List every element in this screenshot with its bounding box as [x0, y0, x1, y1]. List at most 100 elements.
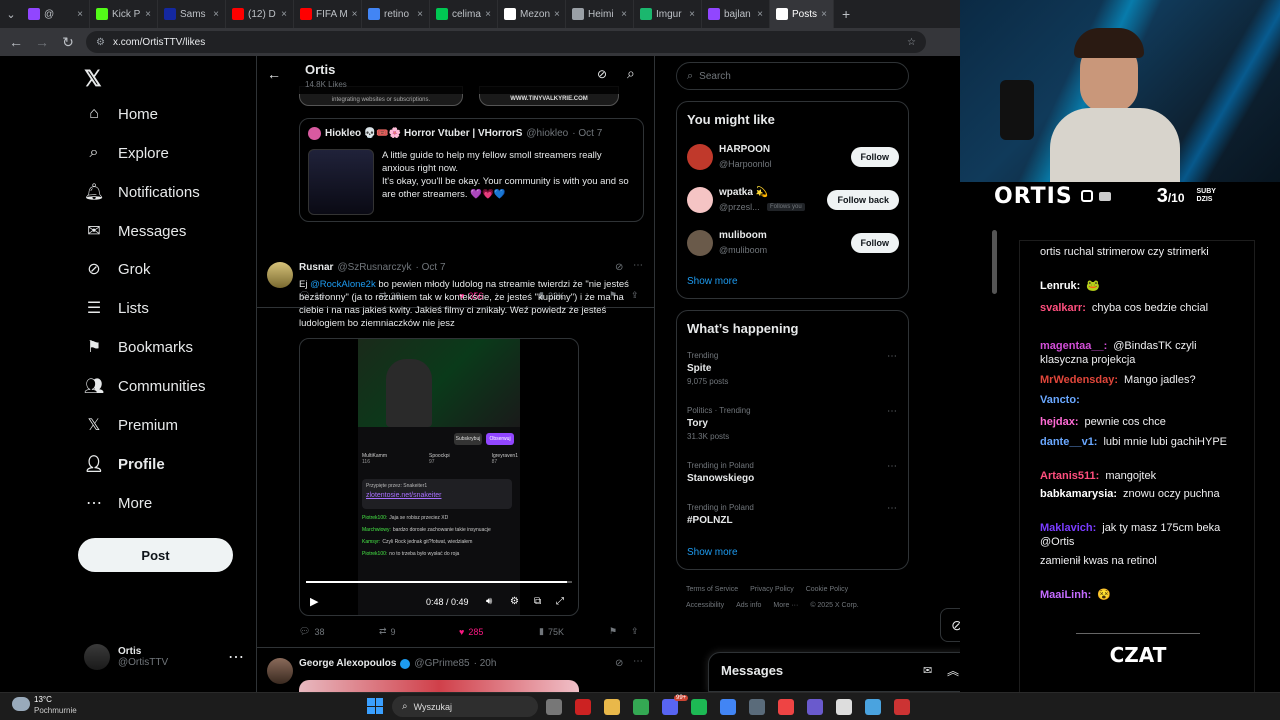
footer-link[interactable]: Accessibility: [686, 602, 724, 609]
taskbar-app-icon[interactable]: [720, 699, 736, 715]
tweet-item[interactable]: Rusnar @SzRusnarczyk · Oct 7 ⊘ ⋯ Ej @Roc…: [257, 252, 654, 648]
grok-icon[interactable]: ⊘: [615, 658, 623, 669]
messages-drawer[interactable]: Messages ✉ ︽: [708, 652, 960, 692]
new-tab-button[interactable]: +: [842, 6, 850, 22]
taskbar-app-icon[interactable]: [865, 699, 881, 715]
settings-icon[interactable]: ⚙: [510, 596, 519, 607]
grok-icon[interactable]: ⊘: [597, 67, 607, 81]
footer-link[interactable]: © 2025 X Corp.: [810, 602, 858, 609]
browser-tab[interactable]: Posts ×: [770, 0, 834, 28]
search-input[interactable]: ⌕ Search: [676, 62, 909, 90]
footer-link[interactable]: Ads info: [736, 602, 761, 609]
tab-close-icon[interactable]: ×: [145, 9, 151, 20]
post-button[interactable]: Post: [78, 538, 233, 572]
page-scrollbar[interactable]: [992, 230, 997, 294]
taskbar-app-icon[interactable]: [894, 699, 910, 715]
taskbar-app-icon[interactable]: [633, 699, 649, 715]
reply-button[interactable]: 💬︎ 38: [299, 626, 379, 637]
tweet-item[interactable]: George Alexopoulos @GPrime85 · 20h ⊘ ⋯: [257, 648, 654, 692]
expand-icon[interactable]: ︽: [947, 662, 959, 679]
show-more-link[interactable]: Show more: [687, 276, 738, 287]
taskbar-app-icon[interactable]: [604, 699, 620, 715]
pip-icon[interactable]: ⧉: [534, 596, 541, 607]
follow-button[interactable]: Follow: [850, 147, 899, 167]
tab-close-icon[interactable]: ×: [689, 9, 695, 20]
footer-link[interactable]: More ···: [773, 602, 798, 609]
chat-username[interactable]: MrWedensday:: [1040, 374, 1118, 386]
footer-link[interactable]: Terms of Service: [686, 586, 738, 593]
suggestion-row[interactable]: HARPOON @Harpoonlol Follow: [687, 142, 899, 172]
suggestion-row[interactable]: muliboom @muliboom Follow: [687, 228, 899, 258]
account-more-icon[interactable]: ⋯: [228, 647, 244, 667]
trend-more-icon[interactable]: ⋯: [887, 406, 897, 417]
taskbar-app-icon[interactable]: [546, 699, 562, 715]
tab-close-icon[interactable]: ×: [554, 9, 560, 20]
chat-username[interactable]: Artanis511:: [1040, 470, 1099, 482]
taskbar-app-icon[interactable]: [836, 699, 852, 715]
browser-tab[interactable]: FIFA M ×: [294, 0, 362, 28]
tab-close-icon[interactable]: ×: [821, 9, 827, 20]
taskbar-app-icon[interactable]: [575, 699, 591, 715]
nav-communities[interactable]: 👥︎ Communities: [84, 376, 206, 396]
taskbar-search[interactable]: ⌕ Wyszukaj: [392, 696, 538, 717]
tab-list-button[interactable]: ⌄: [0, 8, 22, 21]
more-icon[interactable]: ⋯: [633, 656, 643, 667]
nav-profile[interactable]: 👤︎ Profile: [84, 454, 165, 474]
taskbar-app-icon[interactable]: [749, 699, 765, 715]
chat-username[interactable]: svalkarr:: [1040, 302, 1086, 314]
browser-tab[interactable]: @ ×: [22, 0, 90, 28]
trend-item[interactable]: Politics · Trending Tory 31.3K posts ⋯: [687, 406, 897, 441]
search-icon[interactable]: ⌕: [627, 65, 635, 82]
footer-link[interactable]: Privacy Policy: [750, 586, 794, 593]
url-field[interactable]: ⚙ x.com/OrtisTTV/likes ☆: [86, 31, 926, 53]
video-progress-track[interactable]: [306, 581, 572, 583]
browser-tab[interactable]: Mezon ×: [498, 0, 566, 28]
taskbar-app-icon[interactable]: [662, 699, 678, 715]
tab-close-icon[interactable]: ×: [485, 9, 491, 20]
nav-grok[interactable]: ⊘ Grok: [84, 259, 150, 279]
tab-close-icon[interactable]: ×: [77, 9, 83, 20]
browser-tab[interactable]: Heimi ×: [566, 0, 634, 28]
weather-icon[interactable]: [12, 697, 30, 711]
follow-button[interactable]: Follow: [850, 233, 899, 253]
browser-tab[interactable]: Sams ×: [158, 0, 226, 28]
more-icon[interactable]: ⋯: [633, 260, 643, 271]
trend-more-icon[interactable]: ⋯: [887, 351, 897, 362]
taskbar-app-icon[interactable]: [807, 699, 823, 715]
chat-username[interactable]: MaaiLinh:: [1040, 589, 1091, 601]
nav-notifications[interactable]: 🔔︎ Notifications: [84, 182, 200, 202]
fullscreen-icon[interactable]: ⤢: [556, 596, 564, 607]
like-button[interactable]: ♥ 285: [459, 627, 539, 637]
share-icon[interactable]: ⇪: [631, 626, 639, 637]
suggestion-row[interactable]: wpatka 💫 @przesl... Follows you Follow back: [687, 185, 899, 215]
mention-link[interactable]: @RockAlone2k: [310, 279, 376, 290]
chat-username[interactable]: Maklavich:: [1040, 522, 1096, 534]
tab-close-icon[interactable]: ×: [417, 9, 423, 20]
browser-tab[interactable]: Imgur ×: [634, 0, 702, 28]
chat-username[interactable]: hejdax:: [1040, 416, 1079, 428]
nav-lists[interactable]: ☰ Lists: [84, 298, 149, 318]
nav-home[interactable]: ⌂ Home: [84, 104, 158, 124]
chat-username[interactable]: magentaa__:: [1040, 340, 1107, 352]
site-info-icon[interactable]: ⚙: [96, 37, 105, 48]
forward-icon[interactable]: →: [34, 34, 50, 50]
nav-explore[interactable]: ⌕ Explore: [84, 143, 169, 163]
tab-close-icon[interactable]: ×: [213, 9, 219, 20]
browser-tab[interactable]: bajlan ×: [702, 0, 770, 28]
reload-icon[interactable]: ↻: [60, 34, 76, 51]
quoted-thumbnail[interactable]: [308, 149, 374, 215]
volume-icon[interactable]: 🔊︎: [486, 596, 492, 607]
show-more-link[interactable]: Show more: [687, 547, 738, 558]
follow-button[interactable]: Follow back: [827, 190, 899, 210]
start-button[interactable]: [367, 698, 383, 714]
tab-close-icon[interactable]: ×: [621, 9, 627, 20]
browser-tab[interactable]: Kick P ×: [90, 0, 158, 28]
quoted-tweet[interactable]: Hiokleo 💀🎟️🌸 Horror Vtuber | VHorrorS @h…: [299, 118, 644, 222]
tab-close-icon[interactable]: ×: [281, 9, 287, 20]
bookmark-icon[interactable]: ⚑: [609, 626, 631, 637]
browser-tab[interactable]: celima ×: [430, 0, 498, 28]
chat-username[interactable]: Lenruk:: [1040, 280, 1080, 292]
browser-tab[interactable]: (12) D ×: [226, 0, 294, 28]
chat-username[interactable]: babkamarysia:: [1040, 488, 1117, 500]
retweet-button[interactable]: ⇄ 9: [379, 626, 459, 637]
